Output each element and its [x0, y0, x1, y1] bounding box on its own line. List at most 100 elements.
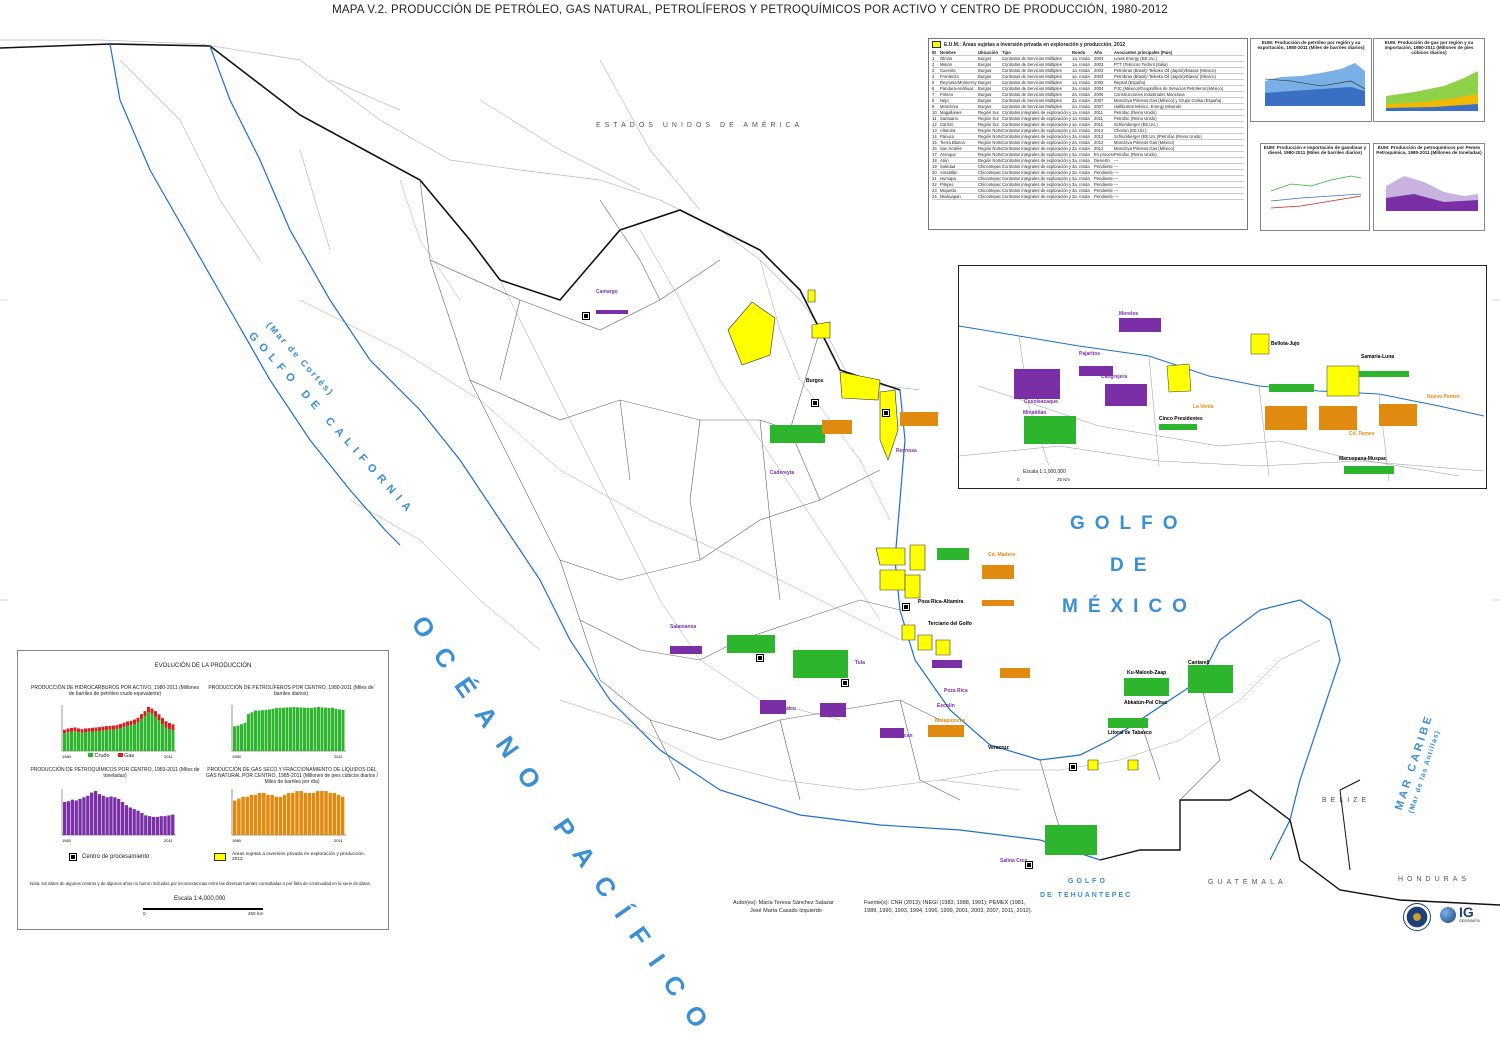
- inset-nuevo-pemex: Nuevo Pemex: [1427, 394, 1460, 400]
- table-cell: 2a. ronda: [1072, 98, 1090, 103]
- bar-crudo: [140, 718, 143, 751]
- bar-gas: [115, 725, 119, 730]
- table-cell: 1: [932, 56, 935, 61]
- table-cell: Contratos de Servicios Múltiples: [1002, 80, 1062, 85]
- bar: [303, 707, 306, 751]
- bar: [285, 707, 289, 751]
- bar: [336, 794, 341, 835]
- place-salina-cruz: Salina Cruz: [1000, 858, 1028, 864]
- bar-crudo: [108, 729, 112, 751]
- table-cell: Cuervito: [940, 68, 956, 73]
- table-cell: Contratos integrales de exploración y pr…: [1002, 194, 1072, 199]
- inset-cd-pemex: Cd. Pemex: [1349, 431, 1375, 437]
- bar: [243, 722, 247, 751]
- table-cell: 6: [932, 86, 935, 91]
- table-cell: Pendiente: [1094, 176, 1113, 181]
- bar-gas: [129, 720, 133, 726]
- table-cell: Contratos de Servicios Múltiples: [1002, 74, 1062, 79]
- bar: [266, 794, 270, 835]
- legend-areas-label: Áreas sujetas a inversión privada en exp…: [232, 852, 366, 862]
- bar: [275, 708, 278, 751]
- bar: [86, 795, 90, 835]
- place-salamanca: Salamanca: [670, 624, 697, 630]
- table-cell: Contratos de Servicios Múltiples: [1002, 92, 1062, 97]
- table-cell: 13: [932, 128, 937, 133]
- bar: [340, 796, 345, 835]
- table-row: 24 Miahuapan Chicontepec Contratos integral…: [932, 194, 1244, 200]
- table-cell: 16: [932, 146, 937, 151]
- bar-gas: [63, 729, 66, 734]
- place-tula: Tula: [855, 660, 865, 666]
- table-cell: Miahuapan: [940, 194, 961, 199]
- table-cell: Pendiente: [1094, 164, 1113, 169]
- inset-pajaritos: Pajaritos: [1079, 351, 1101, 357]
- table-cell: 15: [932, 140, 937, 145]
- table-cell: Pirineo: [940, 92, 954, 97]
- bar: [237, 798, 241, 835]
- table-cell: Chicontepec: [978, 182, 1002, 187]
- bar: [233, 726, 236, 751]
- place-texmelucan: Texmelucan: [884, 733, 913, 739]
- bar: [151, 816, 156, 835]
- table-cell: Contratos integrales de exploración y pr…: [1002, 128, 1072, 133]
- table-cell: ---: [1114, 164, 1119, 169]
- place-ku-maloob-zaap: Ku-Maloob-Zaap: [1127, 670, 1167, 676]
- table-cell: Pendiente: [1094, 182, 1113, 187]
- place-litoral-tabasco: Litoral de Tabasco: [1108, 730, 1152, 736]
- table-cell: Contratos de Servicios Múltiples: [1002, 62, 1062, 67]
- bar: [93, 791, 98, 835]
- bar: [303, 792, 308, 835]
- table-cell: Burgos: [978, 62, 992, 67]
- x-tick-label: 2011: [164, 838, 173, 843]
- evo-chart1: 1980 2011: [61, 705, 176, 759]
- processing-center-marker: [811, 399, 819, 407]
- processing-center-marker: [841, 679, 849, 687]
- bar: [97, 794, 102, 835]
- table-cell: Monclova: [940, 104, 958, 109]
- bar: [292, 707, 296, 751]
- table-cell: 3a. ronda: [1072, 182, 1090, 187]
- inset-morelos: Morelos: [1119, 311, 1139, 317]
- place-poza-rica: Poza Rica: [944, 688, 968, 694]
- bar-crudo: [157, 720, 161, 751]
- table-cell: ---: [1114, 188, 1119, 193]
- x-tick-label: 2011: [164, 754, 173, 759]
- processing-center-marker: [882, 409, 890, 417]
- table-cell: Contratos integrales de exploración y pr…: [1002, 170, 1072, 175]
- bar-gas: [150, 708, 154, 714]
- authors-line1: Autor(es): María Teresa Sánchez Salazar: [733, 900, 834, 906]
- bar-crudo: [150, 713, 154, 751]
- bar-crudo: [70, 731, 73, 751]
- table-cell: 2012: [1094, 146, 1104, 151]
- bar: [268, 709, 271, 751]
- inset-samaria-luna: Samaria-Luna: [1361, 354, 1395, 360]
- legend-gas: Gas: [124, 753, 135, 759]
- table-cell: 2011: [1094, 110, 1104, 115]
- bar: [132, 809, 136, 835]
- table-cell: Lewis Energy (EE.UU.): [1114, 56, 1158, 61]
- table-cell: Amatitlán: [940, 170, 958, 175]
- inset-minatitlan: Minatitlán: [1023, 410, 1047, 416]
- bar-gas: [154, 711, 157, 717]
- bar-crudo: [136, 722, 140, 751]
- table-cell: ID: [932, 50, 937, 55]
- bar: [331, 707, 334, 751]
- table-cell: Región Norte: [978, 128, 1002, 133]
- bar-gas: [87, 728, 91, 732]
- bar-crudo: [77, 732, 80, 751]
- table-cell: Año: [1094, 50, 1103, 55]
- ig-logo: IG GEOGRAFÍA: [1440, 905, 1480, 923]
- bar-gas: [147, 707, 150, 713]
- table-cell: Olmos: [940, 56, 953, 61]
- bar: [245, 796, 249, 835]
- place-cd-madero: Cd. Madero: [988, 552, 1016, 558]
- petrochem-chart-title: EUM: Producción de petroquímicos por Pem…: [1376, 145, 1482, 155]
- bar-gas: [157, 714, 161, 721]
- table-cell: Región Norte: [978, 152, 1002, 157]
- bar-crudo: [84, 732, 87, 751]
- table-cell: Santuario: [940, 116, 958, 121]
- table-cell: Contratos de Servicios Múltiples: [1002, 68, 1062, 73]
- table-cell: Asociantes principales (País): [1114, 50, 1173, 55]
- evolution-note: Nota: los datos de algunos centros y de …: [30, 881, 371, 886]
- processing-center-marker: [756, 654, 764, 662]
